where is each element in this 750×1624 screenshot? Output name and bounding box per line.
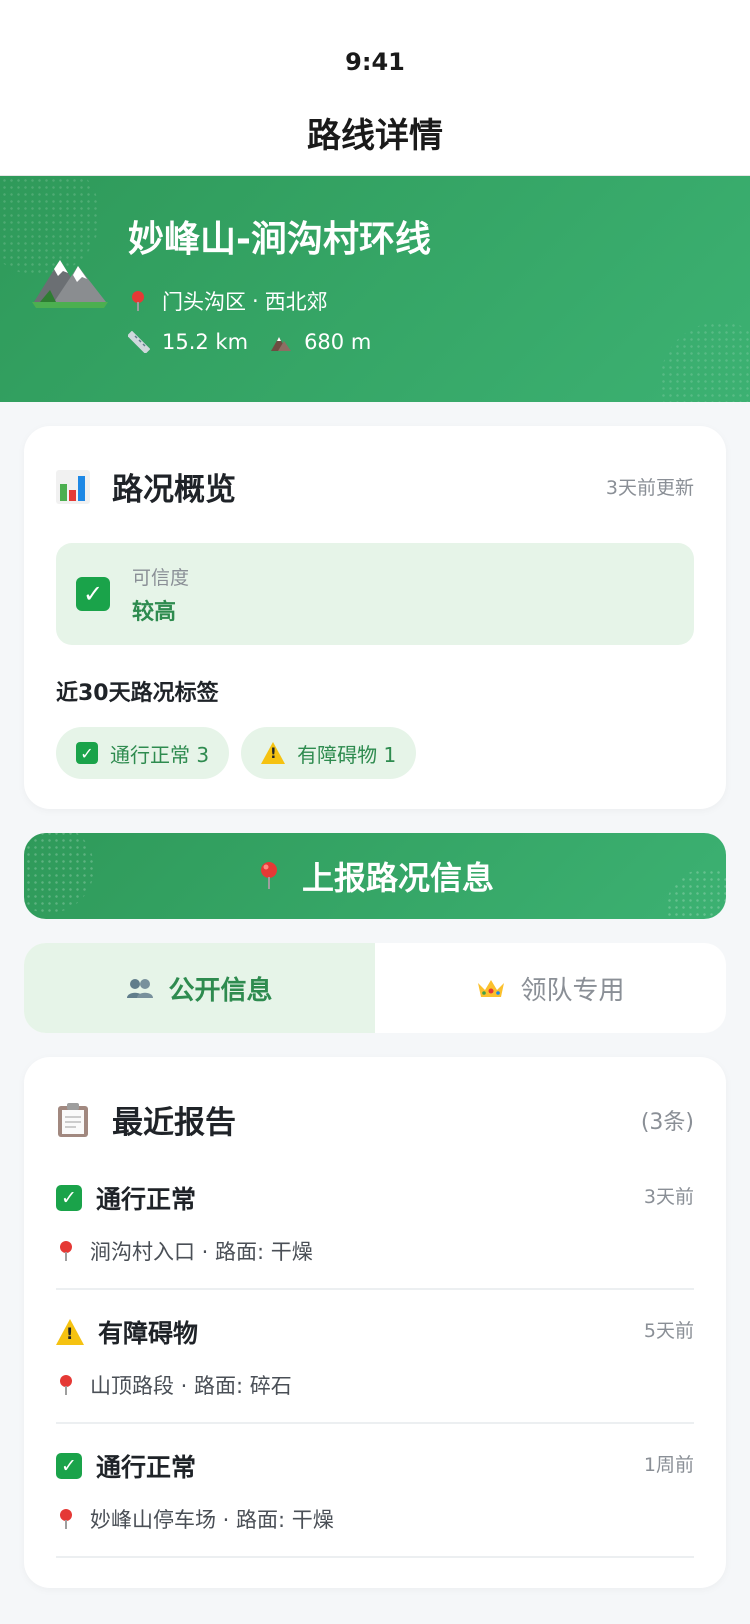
recent-reports-card: 最近报告 (3条) ✓ 通行正常 3天前 涧沟村入口 · 路面: 干燥 有障碍物… bbox=[24, 1057, 726, 1588]
check-icon: ✓ bbox=[56, 1453, 82, 1479]
route-location: 门头沟区 · 西北郊 bbox=[128, 286, 431, 316]
route-region: 西北郊 bbox=[264, 290, 328, 314]
route-hero: 妙峰山-涧沟村环线 门头沟区 · 西北郊 15.2 km 680 m bbox=[0, 176, 750, 402]
status-bar: 9:41 bbox=[0, 0, 750, 90]
nav-bar: 路线详情 bbox=[0, 90, 750, 176]
pushpin-icon bbox=[256, 861, 282, 891]
tab-label: 领队专用 bbox=[520, 975, 625, 1006]
separator: · bbox=[252, 289, 259, 313]
hero-decoration bbox=[660, 322, 750, 402]
report-status: 通行正常 bbox=[96, 1185, 197, 1214]
overview-title: 路况概览 bbox=[112, 472, 236, 508]
elevation-icon bbox=[270, 331, 292, 353]
button-decoration bbox=[666, 869, 726, 919]
report-conditions-button[interactable]: 上报路况信息 bbox=[24, 833, 726, 919]
tab-leader-only[interactable]: 领队专用 bbox=[375, 943, 726, 1033]
tag-label: 有障碍物 1 bbox=[297, 742, 397, 767]
updated-time: 3天前更新 bbox=[605, 477, 694, 499]
warning-icon bbox=[56, 1319, 84, 1345]
route-district: 门头沟区 bbox=[162, 290, 246, 314]
route-distance: 15.2 km bbox=[162, 330, 249, 354]
report-status: 通行正常 bbox=[96, 1453, 197, 1482]
trust-panel: ✓ 可信度 较高 bbox=[56, 543, 694, 645]
report-time: 5天前 bbox=[643, 1320, 694, 1342]
mountain-icon bbox=[30, 244, 110, 324]
report-item[interactable]: ✓ 通行正常 3天前 涧沟村入口 · 路面: 干燥 bbox=[56, 1156, 694, 1290]
tag-label: 通行正常 3 bbox=[110, 742, 210, 767]
report-location: 妙峰山停车场 · 路面: 干燥 bbox=[90, 1508, 334, 1532]
check-icon: ✓ bbox=[56, 1185, 82, 1211]
check-icon: ✓ bbox=[76, 577, 110, 611]
tab-label: 公开信息 bbox=[168, 975, 273, 1006]
crown-icon bbox=[476, 977, 506, 999]
clipboard-icon bbox=[56, 1102, 90, 1138]
condition-tags: ✓ 通行正常 3 有障碍物 1 bbox=[56, 727, 694, 779]
report-item[interactable]: 有障碍物 5天前 山顶路段 · 路面: 碎石 bbox=[56, 1290, 694, 1424]
report-time: 3天前 bbox=[643, 1186, 694, 1208]
tag-normal[interactable]: ✓ 通行正常 3 bbox=[56, 727, 230, 779]
trust-value: 较高 bbox=[132, 599, 177, 625]
bar-chart-icon bbox=[56, 469, 90, 504]
route-stats: 15.2 km 680 m bbox=[126, 330, 431, 355]
warning-icon bbox=[261, 742, 286, 764]
info-tabs: 公开信息 领队专用 bbox=[24, 943, 726, 1033]
check-icon: ✓ bbox=[76, 742, 98, 764]
route-elevation: 680 m bbox=[304, 330, 372, 354]
report-button-label: 上报路况信息 bbox=[301, 859, 494, 897]
report-location: 山顶路段 · 路面: 碎石 bbox=[90, 1374, 292, 1398]
pin-icon bbox=[56, 1508, 76, 1530]
conditions-overview-card: 路况概览 3天前更新 ✓ 可信度 较高 近30天路况标签 ✓ 通行正常 3 有障… bbox=[24, 426, 726, 809]
status-time: 9:41 bbox=[345, 48, 405, 76]
report-count: (3条) bbox=[640, 1109, 694, 1135]
report-location: 涧沟村入口 · 路面: 干燥 bbox=[90, 1240, 313, 1264]
people-icon bbox=[126, 977, 154, 999]
button-decoration bbox=[24, 833, 94, 913]
report-time: 1周前 bbox=[643, 1454, 694, 1476]
recent-reports-title: 最近报告 bbox=[112, 1105, 236, 1141]
report-status: 有障碍物 bbox=[98, 1319, 199, 1348]
pin-icon bbox=[128, 290, 150, 312]
pin-icon bbox=[56, 1240, 76, 1262]
tag-obstacle[interactable]: 有障碍物 1 bbox=[241, 727, 417, 779]
route-name: 妙峰山-涧沟村环线 bbox=[128, 219, 431, 260]
tab-public-info[interactable]: 公开信息 bbox=[24, 943, 375, 1033]
ruler-icon bbox=[126, 330, 151, 355]
trust-label: 可信度 bbox=[132, 566, 190, 589]
pin-icon bbox=[56, 1374, 76, 1396]
report-item[interactable]: ✓ 通行正常 1周前 妙峰山停车场 · 路面: 干燥 bbox=[56, 1424, 694, 1558]
tags-title: 近30天路况标签 bbox=[56, 681, 219, 706]
page-title: 路线详情 bbox=[307, 116, 443, 156]
